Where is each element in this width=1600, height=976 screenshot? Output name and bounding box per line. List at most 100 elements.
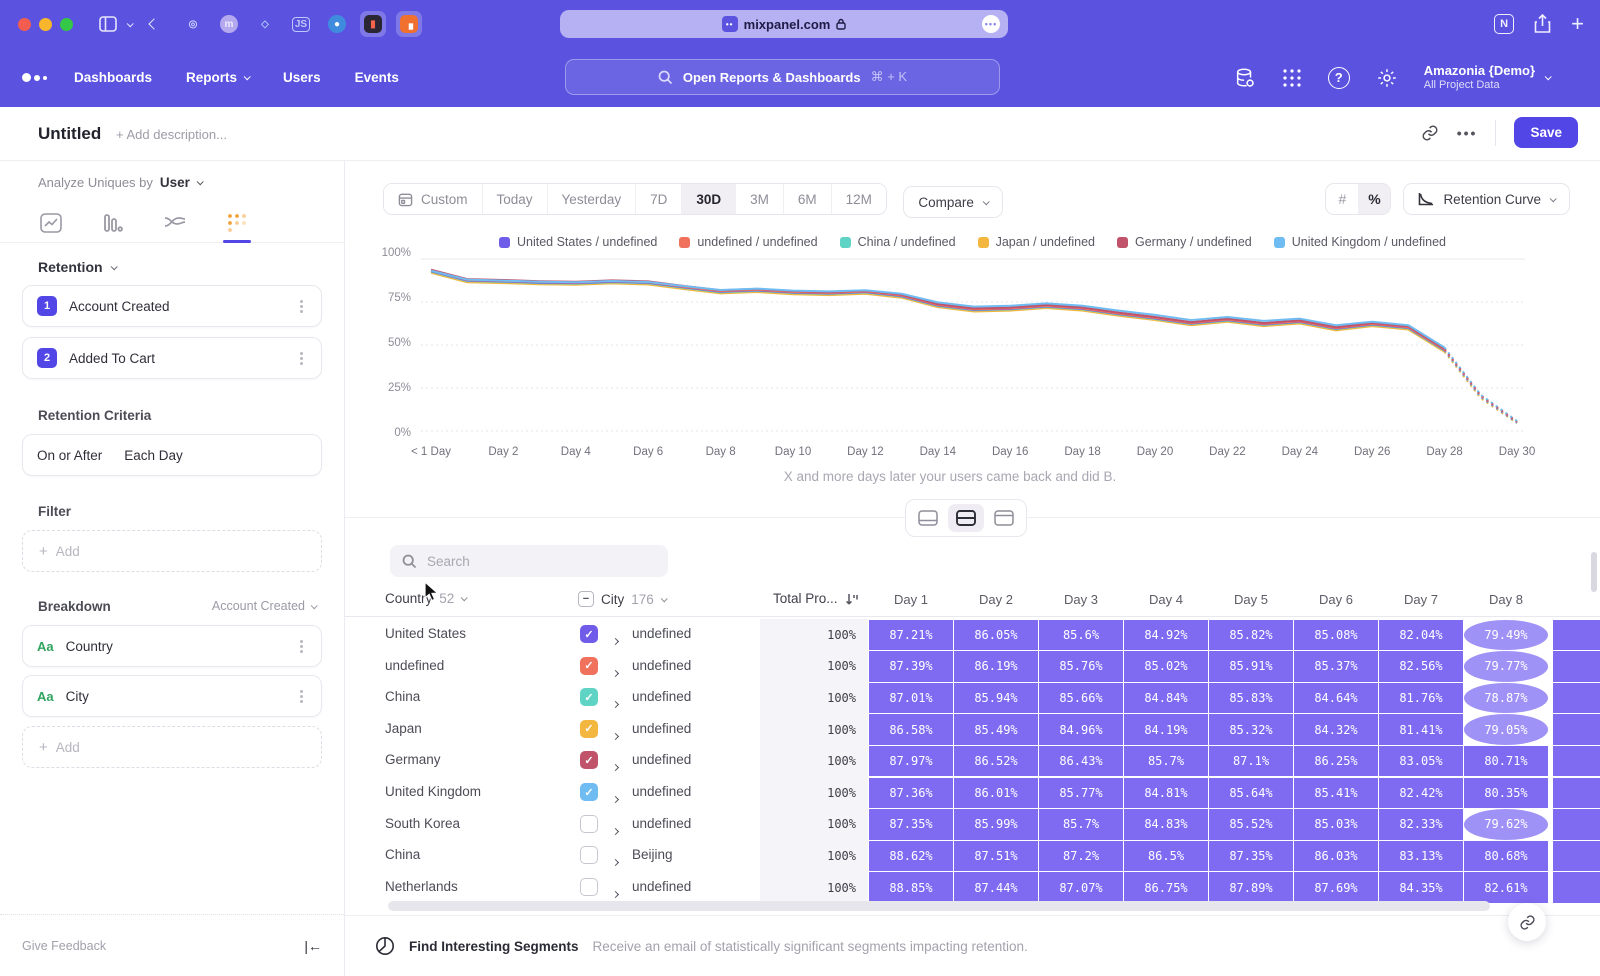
- retention-cell[interactable]: 86.19%: [954, 651, 1038, 682]
- row-checkbox[interactable]: [580, 878, 598, 896]
- browser-tabs-chevron-icon[interactable]: [127, 22, 132, 27]
- retention-cell[interactable]: 85.77%: [1039, 778, 1123, 809]
- legend-item[interactable]: undefined / undefined: [679, 235, 817, 249]
- retention-cell[interactable]: 80.71%: [1464, 746, 1548, 777]
- retention-cell[interactable]: 85.7%: [1039, 809, 1123, 840]
- retention-cell[interactable]: 86.58%: [869, 714, 953, 745]
- criteria-mode-value[interactable]: On or After: [37, 448, 102, 463]
- address-bar[interactable]: •• mixpanel.com •••: [560, 10, 1008, 38]
- tab-favicon-js[interactable]: JS: [288, 11, 314, 37]
- retention-cell[interactable]: 87.35%: [869, 809, 953, 840]
- retention-cell[interactable]: 78.87%: [1464, 683, 1548, 714]
- retention-cell[interactable]: 87.97%: [869, 746, 953, 777]
- nav-events[interactable]: Events: [355, 70, 399, 85]
- breakdown-scope-selector[interactable]: Account Created: [212, 599, 316, 613]
- tab-favicon-red-app[interactable]: ▮: [360, 11, 386, 37]
- address-bar-more-icon[interactable]: •••: [982, 15, 1000, 33]
- breakdown-country[interactable]: Aa Country: [22, 625, 322, 667]
- retention-cell[interactable]: 85.49%: [954, 714, 1038, 745]
- day-column-header[interactable]: Day 7: [1379, 592, 1463, 607]
- range-yesterday[interactable]: Yesterday: [548, 184, 637, 214]
- retention-cell[interactable]: 84.83%: [1124, 809, 1208, 840]
- global-search-input[interactable]: Open Reports & Dashboards ⌘ + K: [565, 59, 1000, 95]
- expand-row-icon[interactable]: [613, 821, 618, 839]
- project-switcher[interactable]: Amazonia {Demo} All Project Data: [1424, 63, 1550, 93]
- retention-cell[interactable]: 83.13%: [1379, 841, 1463, 872]
- retention-cell[interactable]: 88.85%: [869, 872, 953, 903]
- retention-cell[interactable]: 84.32%: [1294, 714, 1378, 745]
- view-split-icon[interactable]: [948, 504, 984, 532]
- retention-section-header[interactable]: Retention: [38, 259, 116, 275]
- retention-cell[interactable]: 86.5%: [1124, 841, 1208, 872]
- retention-cell[interactable]: 80.68%: [1464, 841, 1548, 872]
- retention-cell[interactable]: 87.1%: [1209, 746, 1293, 777]
- retention-cell[interactable]: 87.36%: [869, 778, 953, 809]
- settings-gear-icon[interactable]: [1376, 67, 1398, 89]
- tab-favicon-orange-app[interactable]: ▗: [396, 11, 422, 37]
- range-3m[interactable]: 3M: [736, 184, 784, 214]
- chart-type-selector[interactable]: Retention Curve: [1403, 183, 1570, 215]
- range-30d[interactable]: 30D: [682, 184, 736, 214]
- tab-favicon-bird[interactable]: ●: [324, 11, 350, 37]
- legend-item[interactable]: Germany / undefined: [1117, 235, 1252, 249]
- retention-cell[interactable]: 86.52%: [954, 746, 1038, 777]
- retention-cell[interactable]: 84.64%: [1294, 683, 1378, 714]
- tab-favicon-cube[interactable]: ◇: [252, 11, 278, 37]
- retention-cell[interactable]: 88.62%: [869, 841, 953, 872]
- kebab-menu-icon[interactable]: [300, 305, 303, 308]
- country-column-header[interactable]: Country 52: [385, 591, 466, 606]
- minimize-window-button[interactable]: [39, 18, 52, 31]
- retention-cell[interactable]: 85.08%: [1294, 620, 1378, 651]
- tab-favicon-m[interactable]: m: [216, 11, 242, 37]
- row-checkbox[interactable]: ✓: [580, 657, 598, 675]
- retention-cell[interactable]: 82.42%: [1379, 778, 1463, 809]
- retention-cell[interactable]: 82.56%: [1379, 651, 1463, 682]
- retention-cell[interactable]: 86.43%: [1039, 746, 1123, 777]
- row-checkbox[interactable]: ✓: [580, 720, 598, 738]
- retention-cell[interactable]: 87.69%: [1294, 872, 1378, 903]
- nav-reports[interactable]: Reports: [186, 70, 249, 85]
- day-column-header[interactable]: Day 6: [1294, 592, 1378, 607]
- retention-cell[interactable]: 84.92%: [1124, 620, 1208, 651]
- mixpanel-logo[interactable]: [22, 73, 47, 82]
- give-feedback-link[interactable]: Give Feedback: [22, 939, 106, 953]
- legend-item[interactable]: China / undefined: [840, 235, 956, 249]
- row-checkbox[interactable]: [580, 846, 598, 864]
- copy-link-icon[interactable]: [1421, 124, 1439, 142]
- expand-row-icon[interactable]: [613, 631, 618, 649]
- retention-step-1[interactable]: 1 Account Created: [22, 285, 322, 327]
- retention-cell[interactable]: 82.04%: [1379, 620, 1463, 651]
- retention-cell[interactable]: 82.33%: [1379, 809, 1463, 840]
- retention-criteria-card[interactable]: On or After Each Day: [22, 434, 322, 476]
- report-title[interactable]: Untitled: [38, 124, 101, 144]
- expand-row-icon[interactable]: [613, 852, 618, 870]
- retention-cell[interactable]: 86.75%: [1124, 872, 1208, 903]
- find-segments-button[interactable]: Find Interesting Segments: [409, 939, 579, 954]
- criteria-interval-value[interactable]: Each Day: [124, 448, 183, 463]
- retention-cell[interactable]: 84.84%: [1124, 683, 1208, 714]
- retention-cell[interactable]: 87.89%: [1209, 872, 1293, 903]
- add-breakdown-button[interactable]: + Add: [22, 726, 322, 768]
- retention-cell[interactable]: 85.66%: [1039, 683, 1123, 714]
- kebab-menu-icon[interactable]: [300, 357, 303, 360]
- expand-row-icon[interactable]: [613, 884, 618, 902]
- compare-button[interactable]: Compare: [903, 186, 1003, 218]
- apps-grid-icon[interactable]: [1282, 68, 1302, 88]
- row-checkbox[interactable]: ✓: [580, 625, 598, 643]
- view-chart-focus-icon[interactable]: [910, 504, 946, 532]
- retention-cell[interactable]: 85.6%: [1039, 620, 1123, 651]
- kebab-menu-icon[interactable]: [300, 645, 303, 648]
- retention-cell[interactable]: 86.03%: [1294, 841, 1378, 872]
- retention-cell[interactable]: 83.05%: [1379, 746, 1463, 777]
- analyze-uniques-value[interactable]: User: [160, 175, 190, 190]
- table-search-input[interactable]: Search: [390, 545, 668, 577]
- retention-cell[interactable]: 79.05%: [1464, 714, 1548, 745]
- kebab-menu-icon[interactable]: [300, 695, 303, 698]
- retention-cell[interactable]: 84.81%: [1124, 778, 1208, 809]
- retention-cell[interactable]: 80.35%: [1464, 778, 1548, 809]
- day-column-header[interactable]: Day 2: [954, 592, 1038, 607]
- retention-cell[interactable]: 85.03%: [1294, 809, 1378, 840]
- view-table-focus-icon[interactable]: [986, 504, 1022, 532]
- total-column-header[interactable]: Total Pro...: [773, 591, 859, 606]
- expand-row-icon[interactable]: [613, 663, 618, 681]
